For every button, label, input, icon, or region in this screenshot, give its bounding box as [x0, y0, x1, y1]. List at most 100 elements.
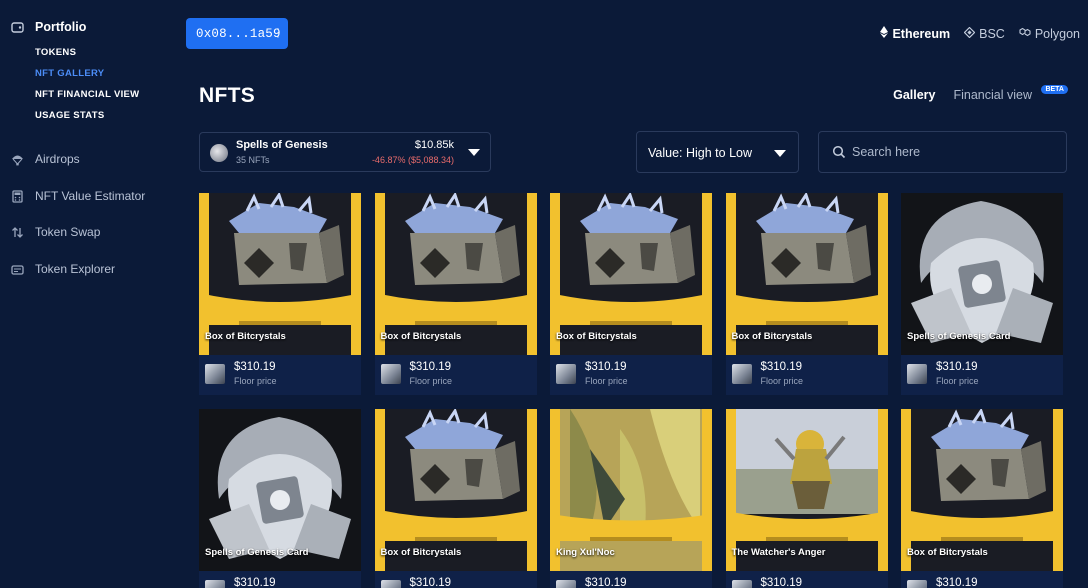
wallet-address: 0x08...1a59: [196, 26, 281, 41]
floor-price-label: Floor price: [585, 376, 628, 386]
nft-card[interactable]: Box of Bitcrystals $310.19 Floor price: [550, 193, 712, 398]
nft-name: Box of Bitcrystals: [907, 547, 988, 558]
collection-thumbnail: [731, 364, 752, 384]
nft-card-footer: $310.19 Floor price: [725, 571, 888, 588]
sidebar-item-token-swap[interactable]: Token Swap: [10, 225, 100, 239]
nft-price: $310.19: [936, 577, 978, 588]
page-title: NFTS: [199, 84, 256, 107]
floor-price-label: Floor price: [234, 376, 277, 386]
sidebar-subitem-usage-stats[interactable]: USAGE STATS: [35, 110, 104, 121]
swap-arrows-icon: [10, 225, 24, 239]
tab-gallery[interactable]: Gallery: [893, 88, 935, 102]
collection-count: 35 NFTs: [236, 155, 270, 165]
nft-name: Box of Bitcrystals: [380, 547, 462, 558]
nft-card[interactable]: Box of Bitcrystals $310.19 Floor price: [374, 193, 537, 398]
wallet-address-button[interactable]: 0x08...1a59 · · ·: [186, 18, 288, 49]
nft-name: Box of Bitcrystals: [205, 331, 286, 342]
nft-card[interactable]: Box of Bitcrystals $310.19 Floor price: [199, 193, 361, 398]
collection-select[interactable]: Spells of Genesis 35 NFTs $10.85k -46.87…: [199, 132, 491, 172]
nft-card[interactable]: Box of Bitcrystals $310.19 Floor price: [725, 193, 888, 398]
collection-thumbnail: [907, 580, 927, 588]
beta-badge: BETA: [1041, 85, 1068, 94]
nft-price: $310.19: [409, 577, 452, 588]
calculator-icon: [10, 189, 24, 203]
polygon-icon: [1019, 27, 1031, 40]
nft-name: Spells of Genesis Card: [205, 547, 309, 558]
tab-label: Financial view: [953, 88, 1032, 102]
chain-label: Ethereum: [892, 26, 951, 41]
view-tabs: Gallery Financial view BETA: [893, 85, 1068, 102]
collection-thumbnail: [907, 364, 927, 384]
collection-thumbnail: [205, 364, 225, 384]
nft-price: $310.19: [760, 361, 803, 373]
collection-name: Spells of Genesis: [236, 139, 328, 151]
nft-name: King Xul'Noc: [556, 547, 615, 558]
nft-card[interactable]: Box of Bitcrystals $310.19 Floor price: [901, 409, 1063, 588]
nft-card[interactable]: The Watcher's Anger $310.19 Floor price: [725, 409, 888, 588]
sidebar-subitem-tokens[interactable]: TOKENS: [35, 47, 76, 58]
sidebar-item-nft-value-estimator[interactable]: NFT Value Estimator: [10, 189, 145, 203]
nft-card-footer: $310.19 Floor price: [901, 571, 1063, 588]
nft-price: $310.19: [585, 577, 627, 588]
nft-name: The Watcher's Anger: [731, 547, 826, 558]
floor-price-label: Floor price: [760, 376, 804, 386]
sidebar-subitem-nft-financial-view[interactable]: NFT FINANCIAL VIEW: [35, 89, 139, 100]
tab-financial-view[interactable]: Financial view BETA: [953, 85, 1068, 102]
nft-price: $310.19: [760, 577, 803, 588]
floor-price-label: Floor price: [409, 376, 453, 386]
collection-thumbnail: [380, 580, 401, 588]
search-box: [818, 131, 1067, 173]
nft-card-footer: $310.19 Floor price: [374, 571, 537, 588]
nft-card-footer: $310.19 Floor price: [374, 355, 537, 395]
collection-thumbnail: [380, 364, 401, 384]
nft-card-footer: $310.19 Floor price: [199, 571, 361, 588]
sidebar: Portfolio TOKENS NFT GALLERY NFT FINANCI…: [0, 0, 175, 588]
wallet-icon: [10, 20, 24, 34]
sort-select[interactable]: Value: High to Low: [636, 131, 799, 173]
chain-label: Polygon: [1034, 26, 1080, 41]
collection-thumbnail: [205, 580, 225, 588]
nft-card-footer: $310.19 Floor price: [550, 355, 712, 395]
nft-price: $310.19: [585, 361, 627, 373]
collection-change: -46.87% ($5,088.34): [371, 155, 454, 165]
nft-card[interactable]: Box of Bitcrystals $310.19 Floor price: [374, 409, 537, 588]
nft-card[interactable]: King Xul'Noc $310.19 Floor price: [550, 409, 712, 588]
nft-price: $310.19: [936, 361, 978, 373]
vertical-dots-icon: · · ·: [276, 23, 280, 43]
nft-price: $310.19: [409, 361, 452, 373]
sidebar-item-portfolio[interactable]: Portfolio: [10, 20, 86, 34]
search-input[interactable]: [852, 132, 1062, 172]
chain-selector: Ethereum BSC Polygon: [880, 26, 1080, 41]
search-icon: [832, 145, 846, 164]
nft-name: Box of Bitcrystals: [556, 331, 637, 342]
sidebar-item-label: Portfolio: [35, 20, 87, 34]
nft-card-footer: $310.19 Floor price: [725, 355, 888, 395]
nft-card-footer: $310.19 Floor price: [199, 355, 361, 395]
nft-card[interactable]: Spells of Genesis Card $310.19 Floor pri…: [199, 409, 361, 588]
sidebar-item-label: Token Explorer: [35, 262, 116, 276]
sidebar-item-token-explorer[interactable]: Token Explorer: [10, 262, 115, 276]
parachute-icon: [10, 152, 24, 166]
nft-name: Box of Bitcrystals: [380, 331, 462, 342]
ethereum-icon: [880, 26, 889, 41]
sidebar-subitem-nft-gallery[interactable]: NFT GALLERY: [35, 68, 104, 79]
chain-polygon[interactable]: Polygon: [1019, 26, 1080, 41]
chevron-down-icon: [774, 150, 786, 157]
nft-card[interactable]: Spells of Genesis Card $310.19 Floor pri…: [901, 193, 1063, 398]
sidebar-item-airdrops[interactable]: Airdrops: [10, 152, 80, 166]
chain-ethereum[interactable]: Ethereum: [880, 26, 950, 41]
collection-value: $10.85k: [414, 139, 454, 151]
explorer-icon: [10, 262, 24, 276]
chain-bsc[interactable]: BSC: [963, 26, 1005, 41]
sidebar-item-label: Token Swap: [35, 225, 101, 239]
sidebar-item-label: Airdrops: [35, 152, 80, 166]
collection-thumbnail: [731, 580, 752, 588]
collection-avatar: [210, 144, 228, 162]
collection-thumbnail: [556, 364, 576, 384]
nft-name: Spells of Genesis Card: [907, 331, 1011, 342]
nft-card-footer: $310.19 Floor price: [901, 355, 1063, 395]
nft-price: $310.19: [234, 361, 276, 373]
collection-thumbnail: [556, 580, 576, 588]
chevron-down-icon: [468, 149, 480, 156]
nft-card-footer: $310.19 Floor price: [550, 571, 712, 588]
